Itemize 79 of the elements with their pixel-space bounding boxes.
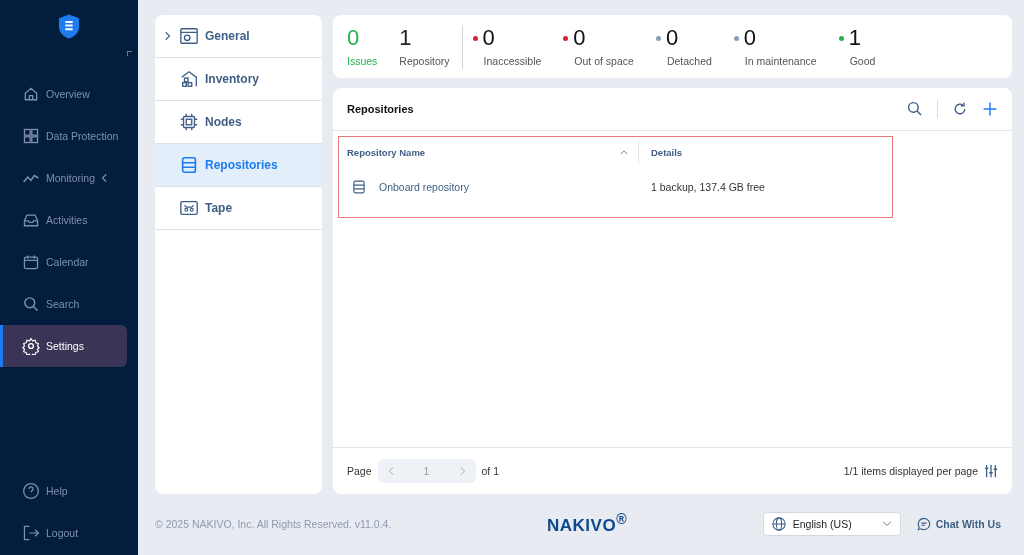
menu-icon (179, 112, 199, 132)
nav-label: Activities (46, 214, 88, 226)
search-icon[interactable] (907, 101, 923, 117)
menu-item[interactable]: Tape (155, 187, 322, 230)
dropdown-caret-icon (881, 520, 892, 527)
nav-item[interactable]: Calendar (0, 241, 127, 283)
logout-icon (22, 524, 40, 542)
nav-label: Logout (46, 527, 79, 539)
nav-icon (22, 253, 40, 271)
sliders-icon[interactable] (984, 464, 998, 478)
stat-label: Good (849, 55, 876, 67)
chat-icon (916, 516, 931, 531)
nav-item[interactable]: Activities (0, 199, 127, 241)
nav-item[interactable]: Data Protection (0, 115, 127, 157)
nav-item[interactable]: Overview (0, 73, 127, 115)
copyright-text: © 2025 NAKIVO, Inc. All Rights Reserved. v11.0.4. (155, 517, 393, 530)
globe-icon (771, 516, 786, 531)
chevron-left-icon[interactable] (101, 173, 108, 183)
nav-item[interactable]: Help (0, 470, 127, 512)
chevron-right-icon[interactable] (165, 31, 171, 41)
collapse-corner-icon[interactable] (127, 51, 132, 56)
nav-label: Data Protection (46, 130, 119, 142)
nav-label: Help (46, 485, 68, 497)
stat-count: 0 (665, 25, 679, 51)
nav-icon (22, 337, 40, 355)
brand-logo: NAKIVO$^{®}$ (547, 511, 628, 536)
stat-label: Inaccessible (483, 55, 542, 67)
nav-item[interactable]: Logout (0, 512, 127, 554)
nav-icon (22, 127, 40, 145)
column-header[interactable]: Repository Name (347, 146, 426, 158)
nav-icon (22, 85, 40, 103)
menu-label: General (205, 29, 250, 43)
stat-count: 0 (573, 25, 586, 51)
menu-icon (179, 198, 199, 218)
page-label: Page (347, 465, 372, 477)
add-icon[interactable] (982, 101, 998, 117)
shield-logo-icon (58, 13, 80, 40)
nav-label: Settings (46, 340, 84, 352)
stat-count: 0 (347, 25, 361, 51)
nav-label: Monitoring (46, 172, 96, 184)
menu-label: Repositories (205, 158, 278, 172)
card-title: Repositories (347, 103, 414, 115)
menu-item[interactable]: Repositories (155, 144, 322, 187)
stat-label: Out of space (574, 55, 634, 67)
nav-label: Calendar (46, 256, 89, 268)
sort-ascending-icon[interactable] (620, 149, 628, 155)
items-per-page-text: 1/1 items displayed per page (843, 465, 978, 477)
repository-icon (351, 179, 367, 195)
nav-icon (22, 295, 40, 313)
nav-item[interactable]: Search (0, 283, 127, 325)
stat-count: 0 (482, 25, 495, 51)
stat-count: 1 (399, 25, 413, 51)
stat-label: Issues (347, 55, 378, 67)
column-header[interactable]: Details (651, 146, 683, 158)
nav-icon (22, 211, 40, 229)
menu-item[interactable]: General (155, 15, 322, 58)
stat-label: Detached (666, 55, 712, 67)
language-dropdown[interactable]: English (US) (762, 511, 901, 536)
table-cell: 1 backup, 137.4 GB free (651, 181, 765, 193)
help-icon (22, 482, 40, 500)
menu-label: Nodes (205, 115, 242, 129)
stat-count: 1 (848, 25, 861, 51)
nav-item[interactable]: Monitoring (0, 157, 127, 199)
nav-label: Overview (46, 88, 90, 100)
menu-icon (179, 155, 199, 175)
chat-button[interactable]: Chat With Us (916, 516, 1012, 531)
stat-count: 0 (743, 25, 757, 51)
menu-icon (179, 69, 199, 89)
stat-label: Repository (399, 55, 450, 67)
menu-label: Inventory (205, 72, 259, 86)
repository-name-link[interactable]: Onboard repository (379, 181, 469, 193)
nav-item[interactable]: Settings (0, 325, 127, 367)
menu-label: Tape (205, 201, 233, 215)
stat-label: In maintenance (744, 55, 817, 67)
nav-label: Search (46, 298, 80, 310)
page-count: of 1 (481, 465, 500, 477)
menu-icon (179, 26, 199, 46)
menu-item[interactable]: Inventory (155, 58, 322, 101)
refresh-icon[interactable] (952, 101, 968, 117)
